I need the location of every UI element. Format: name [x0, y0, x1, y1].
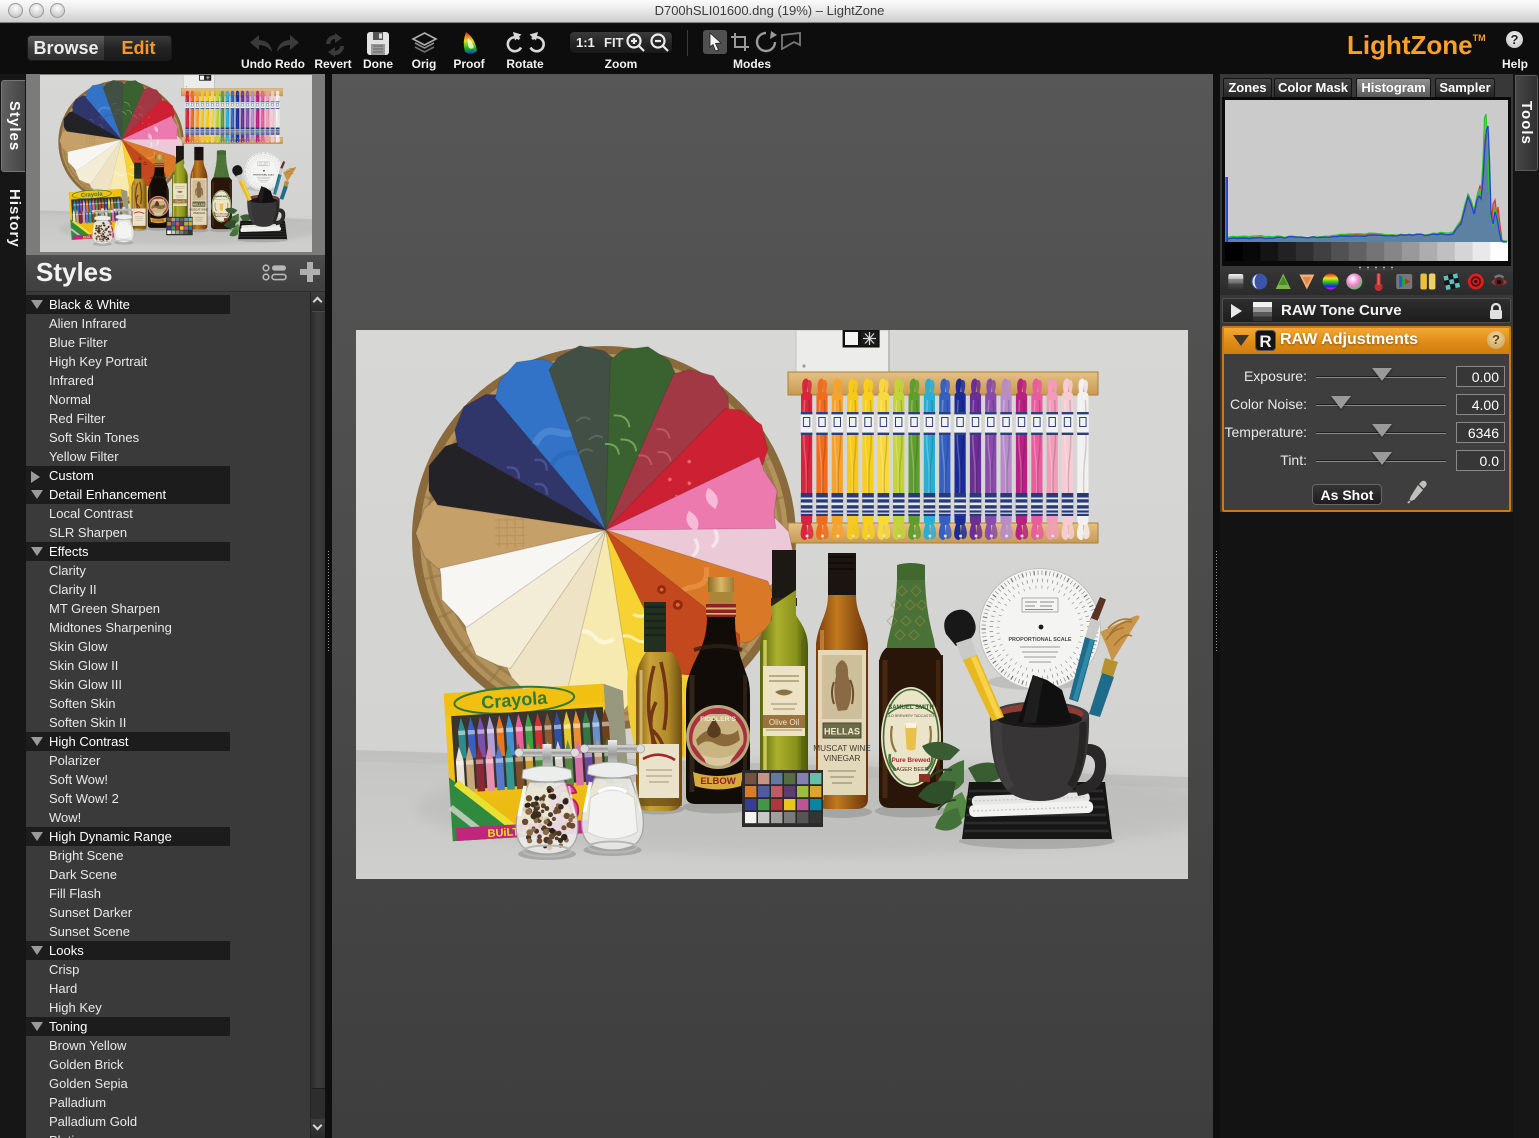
svg-text:Olive Oil: Olive Oil: [769, 718, 799, 727]
svg-text:HELLAS: HELLAS: [824, 727, 860, 737]
svg-text:SAMUEL SMITH: SAMUEL SMITH: [888, 705, 934, 711]
svg-text:VINEGAR: VINEGAR: [824, 754, 861, 763]
svg-text:Pure Brewed: Pure Brewed: [891, 757, 930, 764]
svg-text:PROPORTIONAL SCALE: PROPORTIONAL SCALE: [1008, 637, 1071, 643]
svg-text:LAGER BEER: LAGER BEER: [893, 767, 929, 773]
svg-text:MUSCAT WINE: MUSCAT WINE: [813, 744, 871, 753]
svg-text:OLD BREWERY TADCASTER: OLD BREWERY TADCASTER: [887, 714, 936, 718]
svg-text:ELBOW: ELBOW: [700, 776, 735, 787]
svg-text:FIDDLER’S: FIDDLER’S: [700, 716, 736, 723]
